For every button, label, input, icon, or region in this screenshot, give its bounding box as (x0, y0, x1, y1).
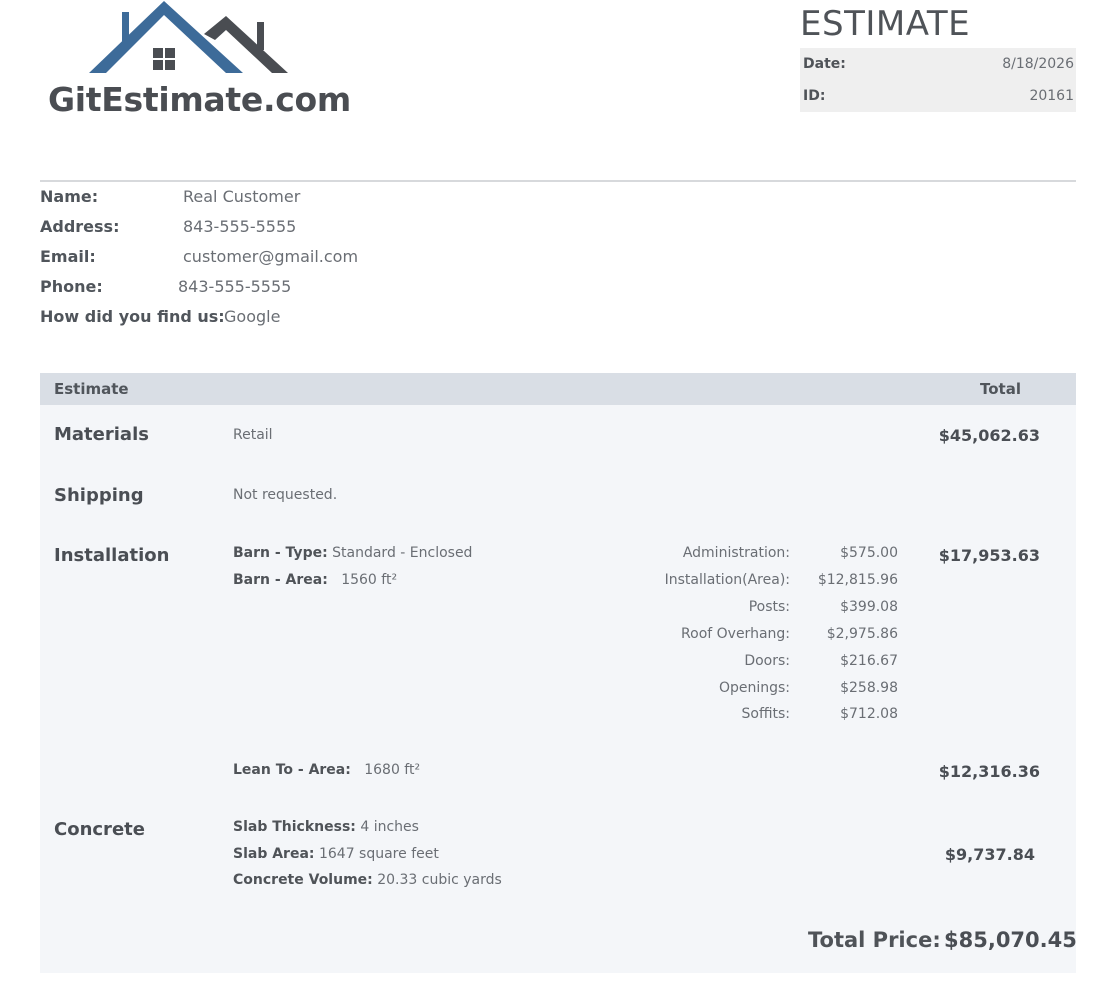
header-divider (40, 180, 1076, 182)
house-logo-icon (89, 1, 288, 73)
address-label: Address: (40, 217, 120, 236)
barn-type-value: Standard - Enclosed (332, 545, 473, 561)
materials-title: Materials (54, 424, 149, 445)
breakdown-label: Soffits: (741, 706, 791, 722)
email-value: customer@gmail.com (183, 247, 359, 266)
slab-thickness-label: Slab Thickness: (233, 819, 356, 835)
breakdown-value: $258.98 (840, 680, 898, 696)
slab-thickness-value: 4 inches (360, 819, 419, 835)
breakdown-value: $399.08 (840, 599, 898, 615)
estimate-column-header: Estimate (54, 380, 129, 398)
materials-amount: $45,062.63 (938, 426, 1040, 445)
breakdown-label: Administration: (682, 545, 790, 561)
breakdown-value: $712.08 (840, 706, 898, 722)
breakdown-label: Doors: (744, 653, 790, 669)
id-value: 20161 (1029, 88, 1074, 104)
slab-area: Slab Area: 1647 square feet (233, 846, 439, 862)
breakdown-label: Installation(Area): (664, 572, 790, 588)
slab-area-value: 1647 square feet (318, 846, 439, 862)
barn-area: Barn - Area: 1560 ft² (233, 572, 397, 588)
materials-desc: Retail (233, 427, 273, 443)
address-value: 843-555-5555 (183, 217, 297, 236)
concrete-amount: $9,737.84 (944, 845, 1035, 864)
document-title: ESTIMATE (800, 4, 971, 44)
breakdown-value: $2,975.86 (826, 626, 898, 642)
lean-to-amount: $12,316.36 (938, 762, 1040, 781)
source-label: How did you find us: (40, 307, 225, 326)
total-price-value: $85,070.45 (944, 928, 1077, 952)
breakdown-value: $216.67 (840, 653, 898, 669)
concrete-volume: Concrete Volume: 20.33 cubic yards (233, 872, 502, 888)
breakdown-value: $12,815.96 (817, 572, 898, 588)
total-column-header: Total (980, 380, 1021, 398)
lean-to-value: 1680 ft² (364, 762, 421, 778)
lean-to-area: Lean To - Area: 1680 ft² (233, 762, 420, 778)
name-value: Real Customer (183, 187, 301, 206)
id-label: ID: (803, 88, 826, 104)
date-row: Date: 8/18/2026 (800, 48, 1076, 80)
installation-amount: $17,953.63 (938, 546, 1040, 565)
installation-title: Installation (54, 545, 170, 566)
concrete-volume-label: Concrete Volume: (233, 872, 373, 888)
logo-text: GitEstimate.com (48, 80, 351, 119)
id-row: ID: 20161 (800, 80, 1076, 112)
breakdown-label: Openings: (718, 680, 790, 696)
barn-type: Barn - Type: Standard - Enclosed (233, 545, 472, 561)
date-label: Date: (803, 56, 846, 72)
email-label: Email: (40, 247, 96, 266)
date-value: 8/18/2026 (1002, 56, 1074, 72)
total-price-label: Total Price: (808, 928, 941, 952)
source-value: Google (224, 307, 281, 326)
shipping-desc: Not requested. (233, 487, 338, 503)
estimate-table-header (40, 373, 1076, 405)
breakdown-value: $575.00 (840, 545, 898, 561)
breakdown-label: Posts: (748, 599, 790, 615)
slab-area-label: Slab Area: (233, 846, 315, 862)
barn-type-label: Barn - Type: (233, 545, 328, 561)
lean-to-label: Lean To - Area: (233, 762, 351, 778)
breakdown-label: Roof Overhang: (681, 626, 790, 642)
slab-thickness: Slab Thickness: 4 inches (233, 819, 419, 835)
barn-area-label: Barn - Area: (233, 572, 328, 588)
concrete-title: Concrete (54, 819, 145, 840)
shipping-title: Shipping (54, 485, 144, 506)
estimate-panel (40, 373, 1076, 973)
phone-label: Phone: (40, 277, 103, 296)
name-label: Name: (40, 187, 99, 206)
barn-area-value: 1560 ft² (341, 572, 398, 588)
estimate-meta-box: Date: 8/18/2026 ID: 20161 (800, 48, 1076, 112)
phone-value: 843-555-5555 (178, 277, 292, 296)
concrete-volume-value: 20.33 cubic yards (377, 872, 502, 888)
